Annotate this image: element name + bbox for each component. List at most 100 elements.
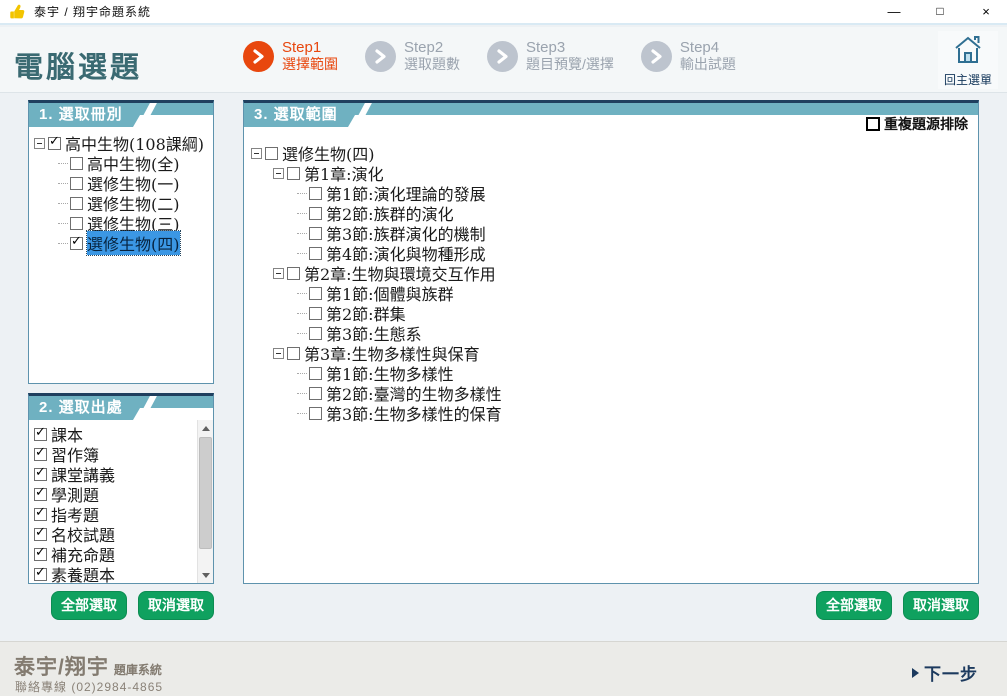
collapse-icon[interactable]	[273, 268, 284, 279]
panel-sources: 2. 選取出處 課本習作簿課堂講義學測題指考題名校試題補充命題素養題本	[28, 393, 214, 584]
tree-row[interactable]: 第2章:生物與環境交互作用	[273, 263, 978, 283]
tree-row[interactable]: 第1節:生物多樣性	[295, 363, 978, 383]
tree-row[interactable]: 第2節:群集	[295, 303, 978, 323]
footer-brand: 泰宇/翔宇題庫系統	[14, 651, 162, 681]
source-row[interactable]: 素養題本	[34, 564, 213, 583]
tree-checkbox[interactable]	[309, 187, 322, 200]
step-item-2[interactable]: Step2選取題數	[365, 40, 460, 72]
tree-checkbox[interactable]	[70, 157, 83, 170]
tree-checkbox[interactable]	[309, 407, 322, 420]
window-controls: — □ ×	[883, 0, 997, 23]
dedupe-label: 重複題源排除	[884, 114, 968, 134]
panel-sources-title: 2. 選取出處	[29, 396, 147, 420]
sources-scrollbar[interactable]	[197, 420, 213, 583]
step-item-3[interactable]: Step3題目預覽/選擇	[487, 40, 614, 72]
source-checkbox[interactable]	[34, 428, 47, 441]
tree-checkbox[interactable]	[287, 267, 300, 280]
source-checkbox[interactable]	[34, 488, 47, 501]
next-step-button[interactable]: 下一步	[912, 660, 978, 685]
source-checkbox[interactable]	[34, 448, 47, 461]
maximize-button[interactable]: □	[929, 0, 951, 23]
source-checkbox[interactable]	[34, 568, 47, 581]
tree-label[interactable]: 選修生物(四)	[87, 231, 180, 255]
dedupe-checkbox[interactable]	[866, 117, 880, 131]
panel-books-header: 1. 選取冊別	[29, 103, 213, 127]
tree-row[interactable]: 第3節:生態系	[295, 323, 978, 343]
collapse-icon[interactable]	[273, 348, 284, 359]
panel-scope: 3. 選取範圍 重複題源排除 選修生物(四)第1章:演化第1節:演化理論的發展第…	[243, 100, 979, 584]
tree-row[interactable]: 第3章:生物多樣性與保育	[273, 343, 978, 363]
tree-row[interactable]: 選修生物(四)	[251, 143, 978, 163]
tree-row[interactable]: 第3節:族群演化的機制	[295, 223, 978, 243]
source-row[interactable]: 名校試題	[34, 524, 213, 544]
books-select-all-button[interactable]: 全部選取	[51, 591, 127, 620]
dedupe-option[interactable]: 重複題源排除	[866, 114, 968, 134]
tree-checkbox[interactable]	[70, 237, 83, 250]
tree-row[interactable]: 第1節:演化理論的發展	[295, 183, 978, 203]
tree-row[interactable]: 選修生物(四)	[56, 233, 213, 253]
tree-row[interactable]: 選修生物(二)	[56, 193, 213, 213]
tree-checkbox[interactable]	[48, 137, 61, 150]
scope-select-all-button[interactable]: 全部選取	[816, 591, 892, 620]
source-row[interactable]: 學測題	[34, 484, 213, 504]
source-checkbox[interactable]	[34, 528, 47, 541]
next-step-label: 下一步	[924, 660, 978, 685]
tree-checkbox[interactable]	[309, 367, 322, 380]
tree-checkbox[interactable]	[70, 177, 83, 190]
tree-row[interactable]: 高中生物(全)	[56, 153, 213, 173]
tree-checkbox[interactable]	[287, 347, 300, 360]
step-item-4[interactable]: Step4輸出試題	[641, 40, 736, 72]
tree-checkbox[interactable]	[309, 227, 322, 240]
books-deselect-all-button[interactable]: 取消選取	[138, 591, 214, 620]
tree-connector-cell	[56, 183, 70, 184]
panel-scope-title: 3. 選取範圍	[244, 103, 362, 127]
tree-label[interactable]: 第3節:生物多樣性的保育	[326, 401, 502, 425]
tree-row[interactable]: 第1節:個體與族群	[295, 283, 978, 303]
collapse-icon[interactable]	[251, 148, 262, 159]
source-row[interactable]: 習作簿	[34, 444, 213, 464]
tree-checkbox[interactable]	[309, 247, 322, 260]
tree-row[interactable]: 第1章:演化	[273, 163, 978, 183]
tree-row[interactable]: 第2節:族群的演化	[295, 203, 978, 223]
minimize-button[interactable]: —	[883, 0, 905, 23]
tree-connector	[297, 213, 307, 214]
tree-row[interactable]: 選修生物(一)	[56, 173, 213, 193]
window-title: 泰宇 / 翔宇命題系統	[34, 3, 151, 20]
sources-rows: 課本習作簿課堂講義學測題指考題名校試題補充命題素養題本	[34, 424, 213, 583]
tree-checkbox[interactable]	[309, 307, 322, 320]
source-row[interactable]: 課本	[34, 424, 213, 444]
tree-connector-cell	[295, 293, 309, 294]
step-chevron-icon	[365, 41, 396, 72]
tree-checkbox[interactable]	[309, 207, 322, 220]
tree-row[interactable]: 第4節:演化與物種形成	[295, 243, 978, 263]
collapse-icon[interactable]	[34, 138, 45, 149]
tree-row[interactable]: 選修生物(三)	[56, 213, 213, 233]
tree-checkbox[interactable]	[309, 327, 322, 340]
tree-checkbox[interactable]	[70, 197, 83, 210]
step-label: 題目預覽/選擇	[526, 57, 614, 73]
source-row[interactable]: 指考題	[34, 504, 213, 524]
collapse-icon[interactable]	[273, 168, 284, 179]
source-checkbox[interactable]	[34, 508, 47, 521]
tree-checkbox[interactable]	[287, 167, 300, 180]
scope-deselect-all-button[interactable]: 取消選取	[903, 591, 979, 620]
tree-checkbox[interactable]	[265, 147, 278, 160]
tree-row[interactable]: 第2節:臺灣的生物多樣性	[295, 383, 978, 403]
source-checkbox[interactable]	[34, 548, 47, 561]
tree-row[interactable]: 第3節:生物多樣性的保育	[295, 403, 978, 423]
tree-checkbox[interactable]	[309, 287, 322, 300]
source-row[interactable]: 課堂講義	[34, 464, 213, 484]
source-row[interactable]: 補充命題	[34, 544, 213, 564]
scroll-up-button[interactable]	[198, 420, 213, 436]
panel-books: 1. 選取冊別 高中生物(108課綱)高中生物(全)選修生物(一)選修生物(二)…	[28, 100, 214, 384]
close-button[interactable]: ×	[975, 0, 997, 23]
home-button[interactable]: 回主選單	[938, 31, 998, 89]
tree-checkbox[interactable]	[309, 387, 322, 400]
tree-row[interactable]: 高中生物(108課綱)	[34, 133, 213, 153]
tree-checkbox[interactable]	[70, 217, 83, 230]
source-checkbox[interactable]	[34, 468, 47, 481]
scroll-down-button[interactable]	[198, 567, 213, 583]
step-item-1[interactable]: Step1選擇範圍	[243, 40, 338, 72]
scroll-thumb[interactable]	[199, 437, 212, 549]
tree-connector	[297, 373, 307, 374]
